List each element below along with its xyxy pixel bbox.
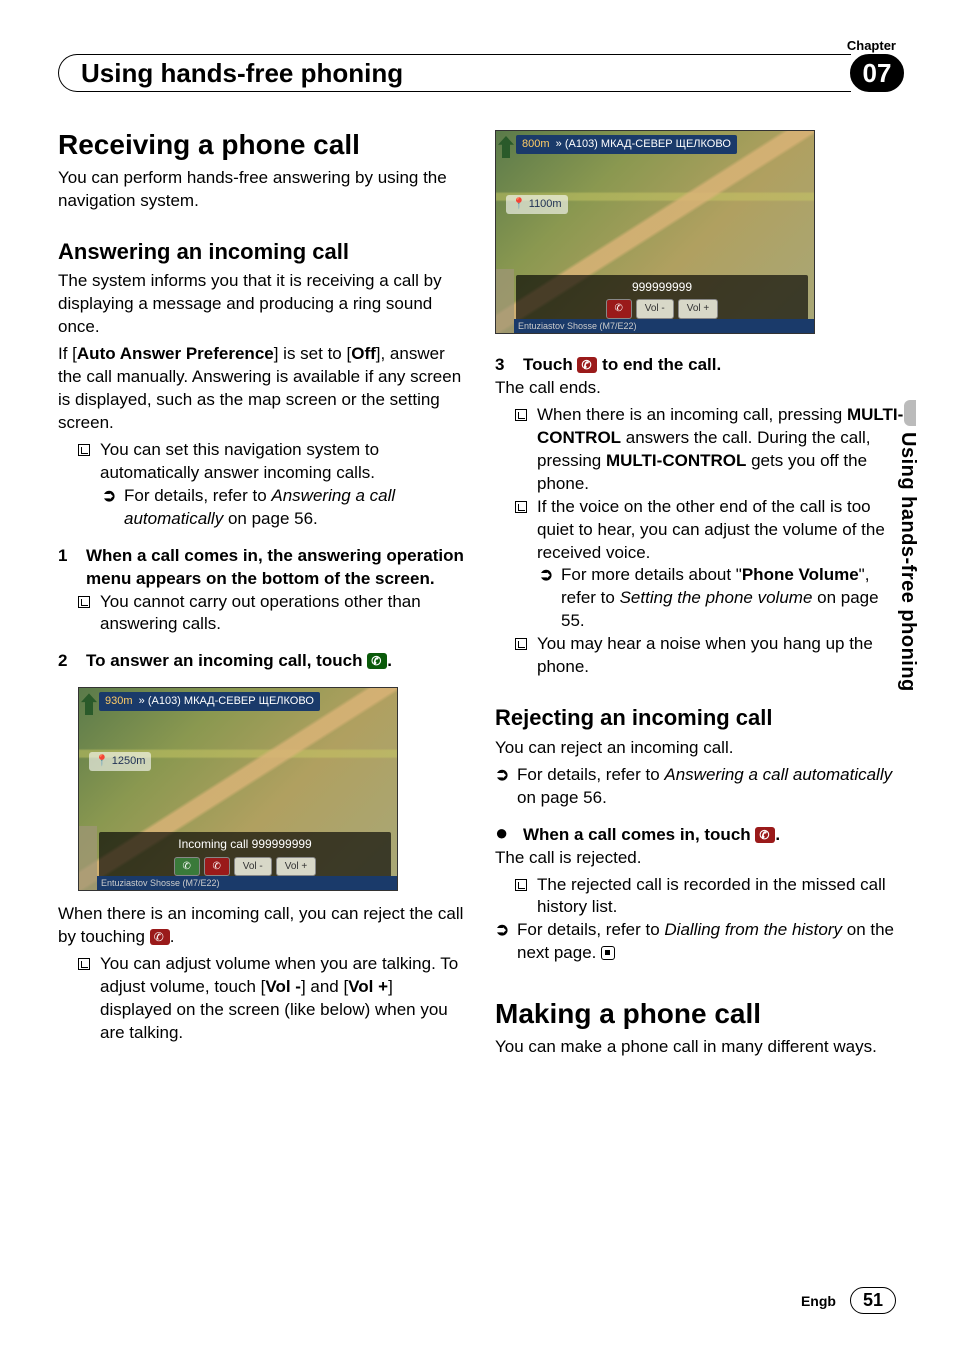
footer-page-number: 51 bbox=[850, 1287, 896, 1314]
crossref-history: ➲ For details, refer to Dialling from th… bbox=[495, 919, 904, 965]
step-1: 1 When a call comes in, the answering op… bbox=[58, 545, 467, 591]
bullet-multicontrol: When there is an incoming call, pressing… bbox=[515, 404, 904, 496]
map-bottom-road: Entuziastov Shosse (M7/E22) bbox=[514, 319, 814, 333]
section-end-icon bbox=[601, 946, 615, 960]
in-call-number: 999999999 bbox=[516, 275, 808, 295]
screenshot-in-call: 800m » (A103) МКАД-СЕВЕР ЩЕЛКОВО 📍 1100m… bbox=[495, 130, 815, 334]
right-column: 800m » (A103) МКАД-СЕВЕР ЩЕЛКОВО 📍 1100m… bbox=[495, 130, 904, 1063]
step-3: 3 Touch to end the call. bbox=[495, 354, 904, 377]
incoming-call-text: Incoming call 999999999 bbox=[99, 832, 391, 852]
step-2: 2 To answer an incoming call, touch . bbox=[58, 650, 467, 673]
bullet-hangup-noise: You may hear a noise when you hang up th… bbox=[515, 633, 904, 679]
side-tab-marker bbox=[904, 400, 916, 426]
crossref-phone-volume: ➲ For more details about "Phone Volume",… bbox=[539, 564, 904, 633]
chapter-number: 07 bbox=[850, 54, 904, 92]
checkbox-icon bbox=[515, 879, 527, 891]
footer-lang: Engb bbox=[801, 1293, 836, 1309]
chapter-label: Chapter bbox=[847, 38, 896, 53]
arrow-icon: ➲ bbox=[539, 564, 561, 633]
call-strip: 999999999 ✆ Vol - Vol + bbox=[516, 275, 808, 325]
heading-receiving: Receiving a phone call bbox=[58, 130, 467, 161]
checkbox-icon bbox=[78, 596, 90, 608]
bullet-auto-answer: You can set this navigation system to au… bbox=[78, 439, 467, 485]
call-rejected-text: The call is rejected. bbox=[495, 847, 904, 870]
map-distance: 📍 1250m bbox=[89, 752, 151, 771]
vol-up-button[interactable]: Vol + bbox=[678, 299, 719, 319]
bullet-vol-adjust: You can adjust volume when you are talki… bbox=[78, 953, 467, 1045]
bullet-step1-note: You cannot carry out operations other th… bbox=[78, 591, 467, 637]
making-call-intro: You can make a phone call in many differ… bbox=[495, 1036, 904, 1059]
arrow-icon: ➲ bbox=[102, 485, 124, 531]
vol-down-button[interactable]: Vol - bbox=[636, 299, 674, 319]
map-bottom-road: Entuziastov Shosse (M7/E22) bbox=[97, 876, 397, 890]
reject-button[interactable]: ✆ bbox=[204, 857, 230, 877]
intro-text: You can perform hands-free answering by … bbox=[58, 167, 467, 213]
hangup-icon bbox=[577, 357, 597, 373]
heading-answering: Answering an incoming call bbox=[58, 237, 467, 267]
answering-p1: The system informs you that it is receiv… bbox=[58, 270, 467, 339]
call-ends-text: The call ends. bbox=[495, 377, 904, 400]
crossref-auto-answer: ➲ For details, refer to Answering a call… bbox=[102, 485, 467, 531]
crossref-reject: ➲ For details, refer to Answering a call… bbox=[495, 764, 904, 810]
call-strip: Incoming call 999999999 ✆ ✆ Vol - Vol + bbox=[99, 832, 391, 882]
vol-up-button[interactable]: Vol + bbox=[276, 857, 317, 877]
reject-hint: When there is an incoming call, you can … bbox=[58, 903, 467, 949]
section-title: Using hands-free phoning bbox=[58, 54, 851, 92]
side-tab-text: Using hands-free phoning bbox=[896, 432, 919, 692]
hangup-icon bbox=[150, 929, 170, 945]
arrow-icon: ➲ bbox=[495, 764, 517, 810]
checkbox-icon bbox=[515, 638, 527, 650]
bullet-missed-history: The rejected call is recorded in the mis… bbox=[515, 874, 904, 920]
checkbox-icon bbox=[515, 501, 527, 513]
reject-intro: You can reject an incoming call. bbox=[495, 737, 904, 760]
side-tab: Using hands-free phoning bbox=[896, 400, 916, 680]
end-call-button[interactable]: ✆ bbox=[606, 299, 632, 319]
page-footer: Engb 51 bbox=[801, 1287, 896, 1314]
header-bar: Using hands-free phoning 07 bbox=[58, 54, 904, 92]
map-route-label: 800m » (A103) МКАД-СЕВЕР ЩЕЛКОВО bbox=[516, 135, 737, 154]
left-column: Receiving a phone call You can perform h… bbox=[58, 130, 467, 1063]
hangup-icon bbox=[755, 827, 775, 843]
map-route-label: 930m » (A103) МКАД-СЕВЕР ЩЕЛКОВО bbox=[99, 692, 320, 711]
heading-making-call: Making a phone call bbox=[495, 999, 904, 1030]
vol-down-button[interactable]: Vol - bbox=[234, 857, 272, 877]
answer-icon bbox=[367, 653, 387, 669]
checkbox-icon bbox=[78, 444, 90, 456]
answering-p2: If [Auto Answer Preference] is set to [O… bbox=[58, 343, 467, 435]
dot-step-reject: ● When a call comes in, touch . bbox=[495, 824, 904, 847]
bullet-voice-quiet: If the voice on the other end of the cal… bbox=[515, 496, 904, 565]
arrow-icon: ➲ bbox=[495, 919, 517, 965]
checkbox-icon bbox=[515, 409, 527, 421]
checkbox-icon bbox=[78, 958, 90, 970]
heading-rejecting: Rejecting an incoming call bbox=[495, 703, 904, 733]
map-distance: 📍 1100m bbox=[506, 195, 568, 214]
answer-button[interactable]: ✆ bbox=[174, 857, 200, 877]
screenshot-incoming-call: 930m » (A103) МКАД-СЕВЕР ЩЕЛКОВО 📍 1250m… bbox=[78, 687, 398, 891]
